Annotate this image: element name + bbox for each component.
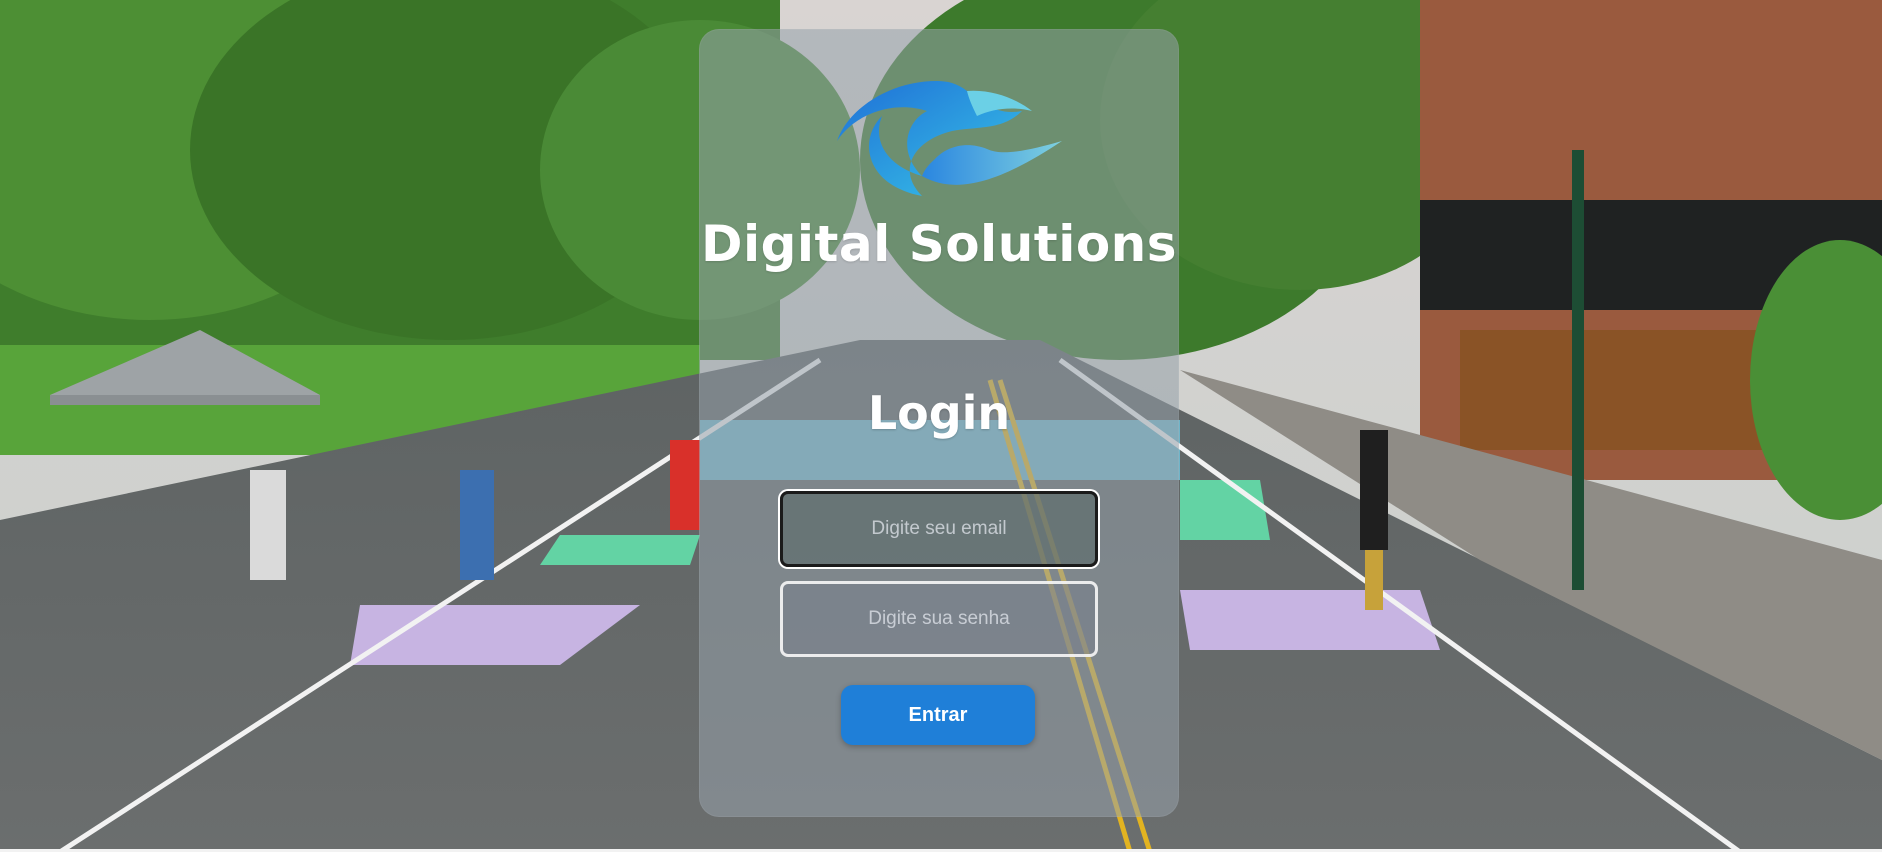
login-card: Digital Solutions Login Entrar (699, 29, 1179, 817)
login-button[interactable]: Entrar (841, 685, 1035, 745)
login-page: Digital Solutions Login Entrar (0, 0, 1882, 852)
password-input[interactable] (780, 581, 1098, 657)
email-input[interactable] (780, 491, 1098, 567)
login-title: Login (867, 386, 1011, 440)
brand-name: Digital Solutions (700, 215, 1178, 273)
wave-swirl-logo-icon (837, 81, 1062, 196)
